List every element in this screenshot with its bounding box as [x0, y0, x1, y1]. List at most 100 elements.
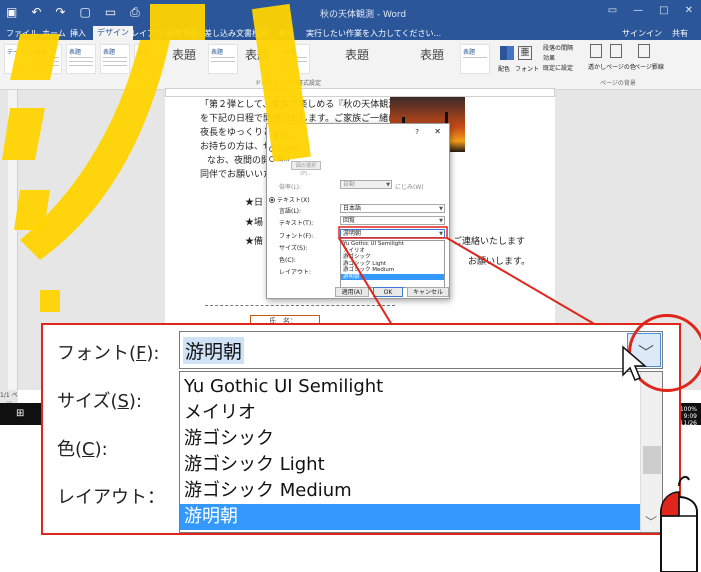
zoom-font-value: 游明朝	[183, 337, 245, 364]
quick-access-toolbar: ▣ ↶ ↷ ▢ ▭ ⎙	[6, 5, 140, 20]
doc-text-right: ご連絡いたします	[453, 237, 526, 247]
colors-button[interactable]: 配色	[498, 64, 510, 73]
tab-mailings[interactable]: 差し込み文書	[204, 28, 252, 39]
scrollbar-thumb[interactable]	[643, 446, 661, 474]
style-set-7[interactable]: 表題	[245, 46, 269, 63]
page-color-button[interactable]: ページの色	[606, 62, 636, 71]
ribbon-tabs: ファイル ホーム 挿入 デザイン レイアウト 参考資料 差し込み文書 校閲 表示…	[0, 26, 701, 40]
mouse-click-icon	[660, 475, 698, 572]
font-option-selected[interactable]: 游明朝	[180, 504, 640, 530]
style-set-8[interactable]: 表題	[280, 44, 310, 74]
font-option[interactable]: Yu Gothic UI Semilight	[180, 374, 640, 400]
select-picture-button[interactable]: 図の選択(P)...	[291, 161, 321, 177]
tab-home[interactable]: ホーム	[42, 28, 66, 39]
style-set-4[interactable]: 表題	[134, 44, 164, 74]
text-label: テキスト(T):	[279, 220, 314, 227]
font-option[interactable]: 游ゴシック	[180, 426, 640, 452]
vertical-ruler	[8, 90, 18, 390]
taskbar-clock: 100% 9:09 11/26	[679, 406, 697, 427]
minimize-icon[interactable]: —	[633, 5, 643, 16]
themes-button[interactable]: テーマ	[4, 44, 25, 74]
doc-text-right: お願いします。	[468, 257, 531, 267]
share-button[interactable]: 共有	[672, 28, 688, 39]
zoom-color-label: 色(C):	[57, 439, 108, 460]
color-label: 色(C):	[279, 257, 296, 264]
tab-design[interactable]: デザイン	[93, 26, 133, 40]
tab-insert[interactable]: 挿入	[70, 28, 86, 39]
radio-text[interactable]: テキスト(X)	[269, 195, 310, 204]
close-icon[interactable]: ✕	[685, 5, 693, 16]
print-preview-icon[interactable]: ⎙	[130, 5, 140, 20]
layout-label: レイアウト:	[279, 269, 312, 276]
dialog-title: 透かし	[273, 131, 293, 139]
redo-icon[interactable]: ↷	[55, 5, 65, 20]
font-option-selected[interactable]: 游明朝	[341, 273, 444, 280]
scroll-down-icon[interactable]: ﹀	[645, 513, 657, 530]
new-document-icon[interactable]: ▢	[79, 5, 90, 20]
apply-button[interactable]: 適用(A)	[335, 287, 369, 297]
style-set-3[interactable]: 表題	[100, 44, 130, 74]
horizontal-ruler	[165, 88, 555, 97]
radio-none[interactable]: なし(N)	[269, 144, 298, 153]
bullet-item: ★日	[245, 198, 264, 208]
style-set-9[interactable]: 表題	[345, 46, 369, 63]
doc-line: 同伴でお願いいた	[200, 170, 273, 180]
dialog-close-icon[interactable]: ✕	[434, 127, 441, 136]
paragraph-spacing-button[interactable]: 段落の間隔	[543, 43, 573, 52]
watermark-button[interactable]: 透かし	[588, 62, 606, 71]
zoom-size-label: サイズ(S):	[57, 391, 143, 412]
help-icon[interactable]: ?	[415, 128, 419, 136]
bullet-item: ★備	[245, 237, 264, 247]
fonts-button[interactable]: フォント	[515, 64, 539, 73]
style-set-6[interactable]: 表題	[208, 44, 238, 74]
title-bar: ▣ ↶ ↷ ▢ ▭ ⎙ 秋の天体観測 - Word ▭ — □ ✕	[0, 0, 701, 26]
tab-file[interactable]: ファイル	[6, 28, 38, 39]
font-dropdown[interactable]: 游明朝 ▼	[340, 229, 445, 238]
fonts-icon: 亜	[518, 46, 532, 60]
windows-start-icon[interactable]: ⊞	[16, 408, 24, 419]
style-set-11[interactable]: 表題	[460, 44, 490, 74]
tab-view[interactable]: 表示	[278, 28, 294, 39]
group-document-format-label: ドキュメントの書式設定	[255, 80, 322, 87]
scale-dropdown[interactable]: 自動 ▼	[340, 180, 392, 189]
page-color-icon	[610, 44, 622, 58]
maximize-icon[interactable]: □	[659, 5, 668, 16]
language-label: 言語(L):	[279, 208, 302, 215]
zoom-font-dropdown[interactable]: 游明朝 ﹀	[179, 331, 663, 369]
group-page-background-label: ページの背景	[600, 80, 636, 87]
tab-review[interactable]: 校閲	[252, 28, 268, 39]
zoom-callout-panel: フォント(F): サイズ(S): 色(C): レイアウト： 游明朝 ﹀ Yu G…	[41, 323, 681, 535]
style-set-5[interactable]: 表題	[172, 46, 196, 63]
colors-icon	[500, 46, 514, 60]
style-set-1[interactable]: 表題	[32, 44, 62, 74]
effects-button[interactable]: 効果	[543, 53, 555, 62]
tell-me-box[interactable]: 実行したい作業を入力してください...	[306, 28, 441, 39]
set-as-default-button[interactable]: 既定に設定	[543, 63, 573, 72]
signin-link[interactable]: サインイン	[622, 28, 662, 39]
radio-picture[interactable]: 図(I)	[269, 154, 289, 163]
bullet-item: ★場	[245, 218, 264, 228]
style-set-10[interactable]: 表題	[420, 46, 444, 63]
tab-layout[interactable]: レイアウト	[131, 28, 171, 39]
open-icon[interactable]: ▭	[105, 5, 116, 20]
font-option[interactable]: メイリオ	[180, 400, 640, 426]
page-borders-button[interactable]: ページ罫線	[634, 62, 664, 71]
tab-references[interactable]: 参考資料	[167, 28, 199, 39]
washout-checkbox[interactable]: にじみ(W)	[395, 182, 424, 191]
style-set-2[interactable]: 表題	[66, 44, 96, 74]
undo-icon[interactable]: ↶	[31, 5, 41, 20]
ribbon-display-icon[interactable]: ▭	[608, 5, 617, 16]
text-dropdown[interactable]: 回覧 ▼	[340, 216, 445, 225]
save-icon[interactable]: ▣	[6, 5, 17, 20]
font-label: フォント(F):	[279, 233, 314, 240]
watermark-icon	[590, 44, 602, 58]
font-option[interactable]: 游ゴシック Light	[180, 452, 640, 478]
language-dropdown[interactable]: 日本語 ▼	[340, 204, 445, 213]
cancel-button[interactable]: キャンセル	[407, 287, 449, 297]
ok-button[interactable]: OK	[373, 287, 403, 297]
window-title: 秋の天体観測 - Word	[320, 10, 407, 20]
zoom-font-label: フォント(F):	[57, 343, 160, 364]
font-list[interactable]: Yu Gothic UI Semilight メイリオ 游ゴシック 游ゴシック …	[340, 240, 445, 288]
zoom-font-list[interactable]: Yu Gothic UI Semilight メイリオ 游ゴシック 游ゴシック …	[179, 371, 663, 533]
font-option[interactable]: 游ゴシック Medium	[180, 478, 640, 504]
